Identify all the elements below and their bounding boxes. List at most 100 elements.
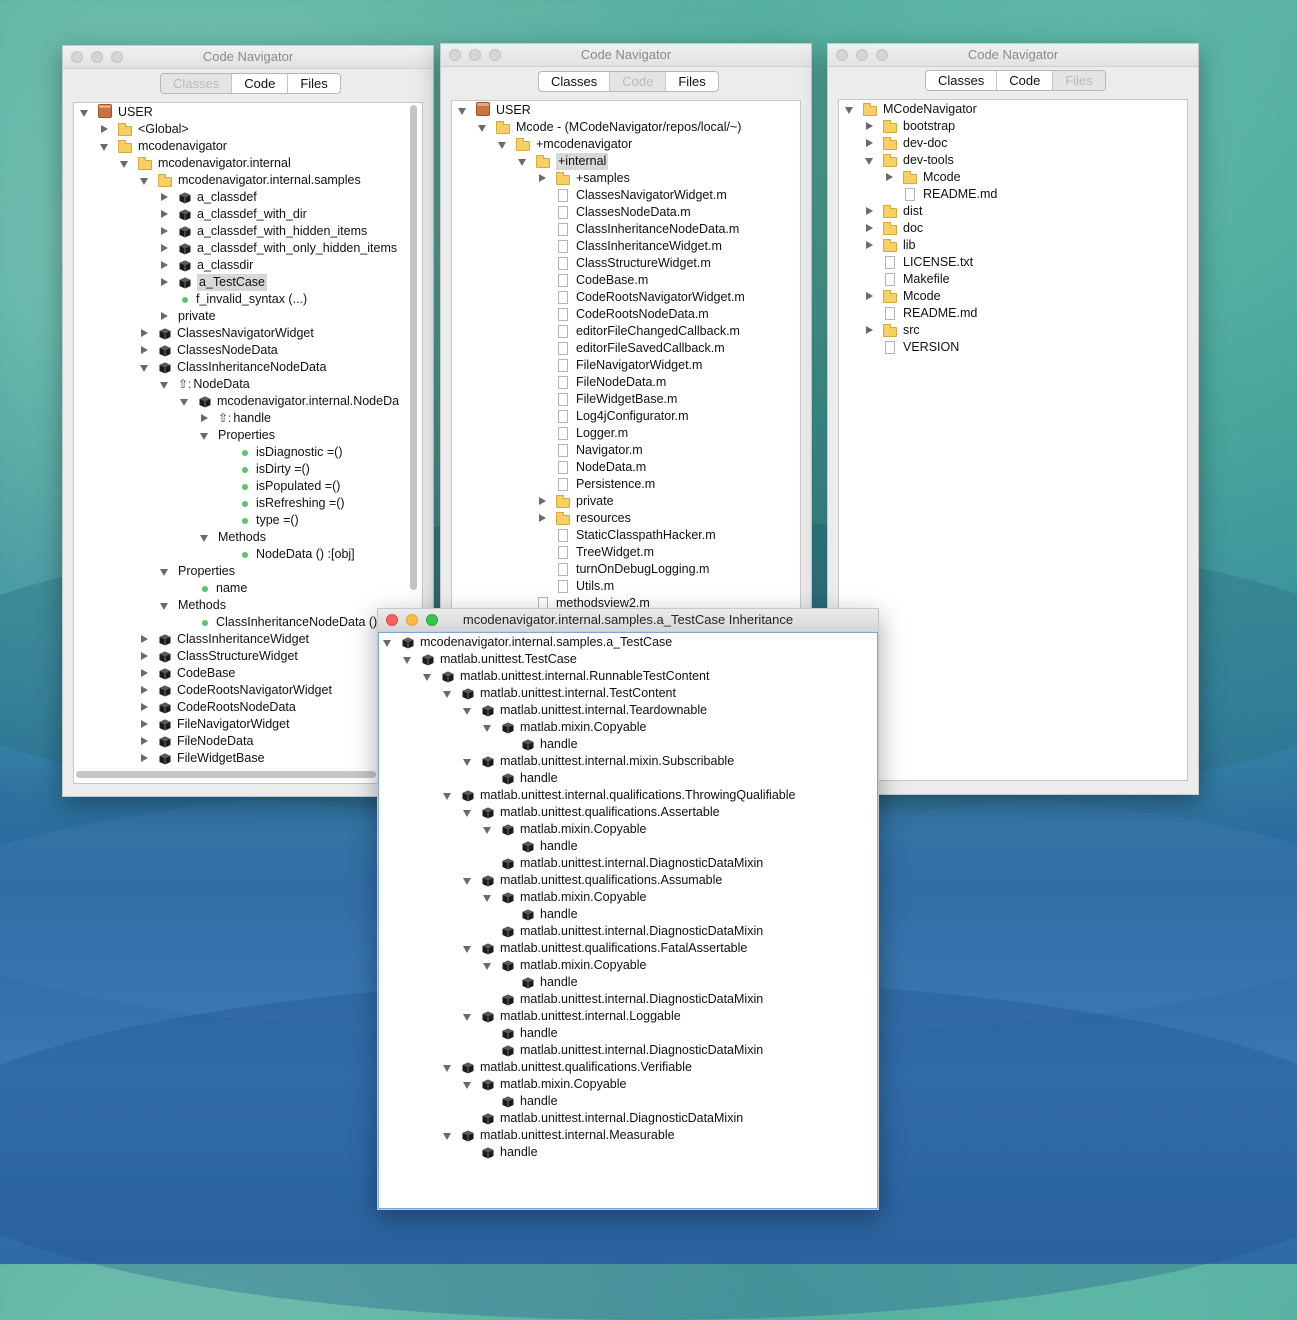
tree-row[interactable]: matlab.unittest.qualifications.Assumable xyxy=(461,872,722,889)
expanded-toggle-icon[interactable] xyxy=(461,702,475,719)
tree-row[interactable]: ClassStructureWidget xyxy=(138,648,298,665)
tree-row[interactable]: matlab.unittest.internal.mixin.Subscriba… xyxy=(461,753,734,770)
expanded-toggle-icon[interactable] xyxy=(118,155,132,172)
tab-code[interactable]: Code xyxy=(610,72,667,91)
tree-row[interactable]: bootstrap xyxy=(863,118,955,135)
expanded-toggle-icon[interactable] xyxy=(421,668,435,685)
expanded-toggle-icon[interactable] xyxy=(78,104,92,121)
tree-row[interactable]: isRefreshing =() xyxy=(218,495,345,512)
tree-row[interactable]: FileWidgetBase.m xyxy=(536,391,677,408)
close-button[interactable] xyxy=(71,51,83,63)
expanded-toggle-icon[interactable] xyxy=(158,563,172,580)
tree-row[interactable]: matlab.unittest.qualifications.Verifiabl… xyxy=(441,1059,692,1076)
tree-row[interactable]: ClassInheritanceNodeData xyxy=(138,359,326,376)
tree-row[interactable]: a_classdef_with_hidden_items xyxy=(158,223,367,240)
expanded-toggle-icon[interactable] xyxy=(441,1127,455,1144)
tree-row[interactable]: CodeRootsNavigatorWidget xyxy=(138,682,332,699)
expanded-toggle-icon[interactable] xyxy=(516,153,530,170)
tab-files[interactable]: Files xyxy=(666,72,717,91)
tree-row[interactable]: lib xyxy=(863,237,916,254)
tree-row[interactable]: matlab.unittest.internal.DiagnosticDataM… xyxy=(461,1110,743,1127)
collapsed-toggle-icon[interactable] xyxy=(883,169,897,186)
collapsed-toggle-icon[interactable] xyxy=(863,322,877,339)
tree-row[interactable]: editorFileChangedCallback.m xyxy=(536,323,740,340)
tree-row[interactable]: mcodenavigator.internal.samples.a_TestCa… xyxy=(381,634,672,651)
tree-row[interactable]: isDirty =() xyxy=(218,461,310,478)
tree-row[interactable]: handle xyxy=(481,1093,558,1110)
tree-row[interactable]: FileWidgetBase xyxy=(138,750,265,767)
tree-row[interactable]: matlab.unittest.qualifications.Assertabl… xyxy=(461,804,720,821)
expanded-toggle-icon[interactable] xyxy=(138,172,152,189)
expanded-toggle-icon[interactable] xyxy=(198,529,212,546)
tree-row[interactable]: matlab.unittest.internal.DiagnosticDataM… xyxy=(481,1042,763,1059)
collapsed-toggle-icon[interactable] xyxy=(863,220,877,237)
collapsed-toggle-icon[interactable] xyxy=(138,342,152,359)
tab-classes[interactable]: Classes xyxy=(926,71,998,90)
tree-row[interactable]: private xyxy=(536,493,614,510)
tree-row[interactable]: ClassesNodeData xyxy=(138,342,278,359)
tree-row[interactable]: USER xyxy=(456,102,531,119)
collapsed-toggle-icon[interactable] xyxy=(138,325,152,342)
horizontal-scrollbar[interactable] xyxy=(76,771,376,778)
expanded-toggle-icon[interactable] xyxy=(481,821,495,838)
expanded-toggle-icon[interactable] xyxy=(461,940,475,957)
tree-row[interactable]: FileNodeData xyxy=(138,733,253,750)
tree-row[interactable]: Mcode - (MCodeNavigator/repos/local/~) xyxy=(476,119,741,136)
tree-row[interactable]: turnOnDebugLogging.m xyxy=(536,561,709,578)
collapsed-toggle-icon[interactable] xyxy=(863,118,877,135)
tree-row[interactable]: NodeData.m xyxy=(536,459,646,476)
collapsed-toggle-icon[interactable] xyxy=(198,410,212,427)
tree-row[interactable]: Methods xyxy=(198,529,266,546)
expanded-toggle-icon[interactable] xyxy=(461,1076,475,1093)
tree-row[interactable]: handle xyxy=(461,1144,538,1161)
tree-row[interactable]: matlab.unittest.internal.DiagnosticDataM… xyxy=(481,855,763,872)
tree-row[interactable]: +mcodenavigator xyxy=(496,136,632,153)
tree-row[interactable]: VERSION xyxy=(863,339,959,356)
tree-row[interactable]: handle xyxy=(501,838,578,855)
tab-code[interactable]: Code xyxy=(232,74,289,93)
tree-row[interactable]: a_classdir xyxy=(158,257,253,274)
collapsed-toggle-icon[interactable] xyxy=(158,206,172,223)
expanded-toggle-icon[interactable] xyxy=(441,787,455,804)
collapsed-toggle-icon[interactable] xyxy=(158,189,172,206)
tree-row[interactable]: README.md xyxy=(883,186,997,203)
tree-row[interactable]: handle xyxy=(501,906,578,923)
tree-row[interactable]: ClassesNodeData.m xyxy=(536,204,691,221)
tree-row[interactable]: FileNodeData.m xyxy=(536,374,666,391)
tree-row[interactable]: matlab.mixin.Copyable xyxy=(481,821,646,838)
expanded-toggle-icon[interactable] xyxy=(481,957,495,974)
tree-row[interactable]: editorFileSavedCallback.m xyxy=(536,340,725,357)
tree-row[interactable]: matlab.unittest.internal.DiagnosticDataM… xyxy=(481,991,763,1008)
expanded-toggle-icon[interactable] xyxy=(863,152,877,169)
tree-row[interactable]: FileNavigatorWidget xyxy=(138,716,290,733)
tree-row[interactable]: mcodenavigator.internal.samples xyxy=(138,172,361,189)
tab-files[interactable]: Files xyxy=(288,74,339,93)
tree-row[interactable]: ClassesNavigatorWidget.m xyxy=(536,187,727,204)
collapsed-toggle-icon[interactable] xyxy=(158,308,172,325)
collapsed-toggle-icon[interactable] xyxy=(138,733,152,750)
tree-row[interactable]: dev-doc xyxy=(863,135,947,152)
collapsed-toggle-icon[interactable] xyxy=(863,135,877,152)
collapsed-toggle-icon[interactable] xyxy=(138,682,152,699)
tree-row[interactable]: USER xyxy=(78,104,153,121)
tree-row[interactable]: mcodenavigator xyxy=(98,138,227,155)
tree-row[interactable]: Logger.m xyxy=(536,425,628,442)
tree-row[interactable]: matlab.unittest.qualifications.FatalAsse… xyxy=(461,940,747,957)
tree-row[interactable]: ⇧: handle xyxy=(198,410,271,427)
close-button[interactable] xyxy=(386,614,398,626)
zoom-button[interactable] xyxy=(426,614,438,626)
tree-row[interactable]: Mcode xyxy=(883,169,961,186)
expanded-toggle-icon[interactable] xyxy=(456,102,470,119)
tree-row[interactable]: isDiagnostic =() xyxy=(218,444,343,461)
tree-row[interactable]: FileNavigatorWidget.m xyxy=(536,357,702,374)
tree-row[interactable]: ClassInheritanceNodeData.m xyxy=(536,221,739,238)
expanded-toggle-icon[interactable] xyxy=(441,685,455,702)
collapsed-toggle-icon[interactable] xyxy=(138,665,152,682)
expanded-toggle-icon[interactable] xyxy=(461,1008,475,1025)
close-button[interactable] xyxy=(836,49,848,61)
tree-row[interactable]: Methods xyxy=(158,597,226,614)
tree-row[interactable]: matlab.unittest.internal.TestContent xyxy=(441,685,676,702)
tree-row[interactable]: a_TestCase xyxy=(158,274,268,291)
minimize-button[interactable] xyxy=(91,51,103,63)
expanded-toggle-icon[interactable] xyxy=(158,597,172,614)
